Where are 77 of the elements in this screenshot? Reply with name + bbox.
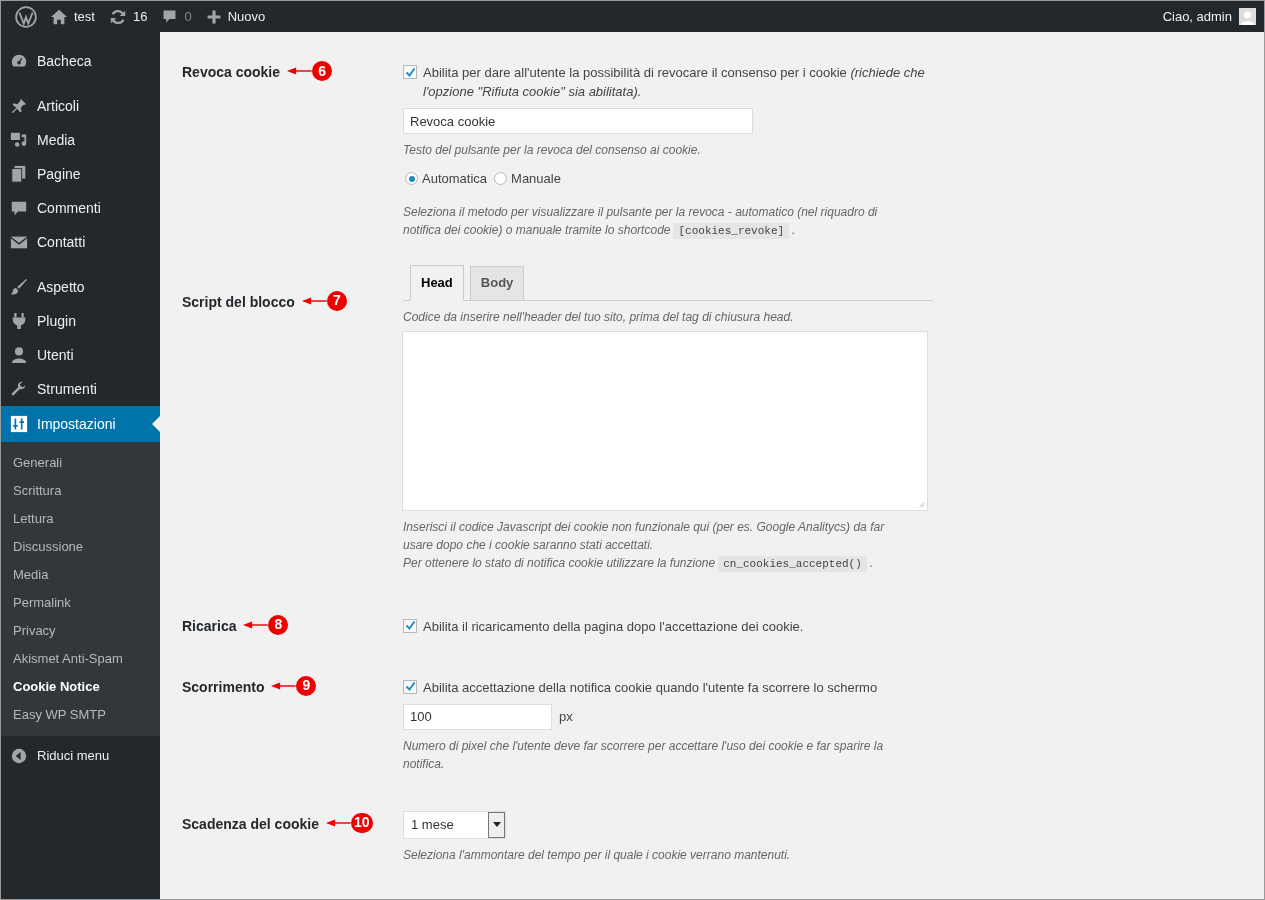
annotation-number: 8 [268,614,289,635]
help-text: Numero di pixel che l'utente deve far scorrere per accettare l'uso dei cookie e far sparire la notifica. [403,737,885,773]
checkbox-label: Abilita il ricaricamento della pagina dopo l'accettazione dei cookie. [423,617,804,636]
unit-label: px [559,707,573,726]
checkbox[interactable] [403,618,417,633]
setting-label: Script del blocco [182,292,295,311]
media-icon [10,131,28,149]
plus-icon [205,8,222,25]
tab[interactable]: Body [469,265,525,301]
collapse-menu-button[interactable]: Riduci menu [1,738,160,774]
checkbox[interactable] [403,65,417,79]
resize-grip-icon [917,499,925,508]
setting-label: Ricarica [182,616,237,635]
radio-label: Automatica [422,170,488,188]
current-pointer-icon [152,416,160,432]
menu-item[interactable]: Bacheca [1,44,160,78]
toolbar-link[interactable]: Nuovo [198,1,273,32]
submenu-item[interactable]: Discussione [1,533,160,561]
submenu-item[interactable]: Akismet Anti-Spam [1,645,160,673]
menu-item[interactable]: Commenti [1,191,160,225]
wrench-icon [10,380,28,398]
help-text: Per ottenere lo stato di notifica cookie utilizzare la funzione cn_cookies_accepted() . [403,554,875,573]
menu-item[interactable]: Strumenti [1,372,160,406]
help-text: Testo del pulsante per la revoca del consenso ai cookie. [403,142,702,159]
menu-item[interactable]: Plugin [1,304,160,338]
menu-item[interactable]: Media [1,123,160,157]
annotation-number: 7 [326,290,347,311]
radio-button[interactable] [405,172,418,186]
submenu-item[interactable]: Permalink [1,589,160,617]
toolbar-link[interactable]: 16 [101,1,155,32]
menu-item[interactable]: Pagine [1,157,160,191]
toolbar-link[interactable]: 0 [154,1,199,32]
home-icon [50,7,68,26]
account-link[interactable]: Ciao, admin [1162,1,1256,32]
text-input[interactable]: 100 [403,703,552,730]
setting-label: Revoca cookie [182,63,281,81]
radio-label: Manuale [511,170,561,188]
plug-icon [10,312,28,330]
toolbar-link[interactable]: test [43,1,102,32]
setting-label: Scorrimento [182,677,265,696]
radio-button[interactable] [494,172,508,186]
menu-item[interactable]: Utenti [1,338,160,372]
setting-label: Scadenza del cookie [182,814,319,833]
help-text: Seleziona il metodo per visualizzare il pulsante per la revoca - automatico (nel riquadro di notifica dei cookie) o manuale tramite lo shortcode [cookies_revoke] . [403,203,879,240]
pages-icon [10,165,28,183]
annotation-number: 6 [312,61,333,81]
help-text: Seleziona l'ammontare del tempo per il quale i cookie verrano mantenuti. [403,846,792,864]
submenu-item[interactable]: Scrittura [1,477,160,505]
submenu-item[interactable]: Cookie Notice [1,673,160,701]
user-icon [10,346,28,364]
paintbrush-icon [10,278,28,296]
help-text: Inserisci il codice Javascript dei cookie non funzionale qui (per es. Google Analitycs) da far usare dopo che i cookie saranno stati accettati. [403,518,886,554]
submenu-item[interactable]: Generali [1,449,160,477]
submenu-item[interactable]: Privacy [1,617,160,645]
wordpress-logo-icon[interactable] [15,5,37,28]
menu-item[interactable]: Articoli [1,89,160,123]
dropdown-select[interactable]: 1 mese [403,810,506,839]
tab[interactable]: Head [410,264,464,301]
settings-icon [10,415,28,433]
annotation-number: 10 [350,812,373,833]
menu-item[interactable]: Contatti [1,225,160,259]
speech-bubble-icon [10,199,28,217]
checkbox-label: Abilita accettazione della notifica cookie quando l'utente fa scorrere lo schermo [423,678,878,697]
text-input[interactable]: Revoca cookie [403,108,753,134]
submenu-item[interactable]: Easy WP SMTP [1,701,160,729]
submenu-item[interactable]: Lettura [1,505,160,533]
submenu-item[interactable]: Media [1,561,160,589]
avatar-icon [1239,8,1256,25]
menu-item[interactable]: Impostazioni [1,406,160,442]
pushpin-icon [10,97,28,115]
annotation-number: 9 [296,675,317,696]
checkbox-label: Abilita per dare all'utente la possibilità di revocare il consenso per i cookie (richiede che l'opzione "Rifiuta cookie" sia abilitata). [423,64,926,101]
help-text: Codice da inserire nell'header del tuo sito, prima del tag di chiusura head. [403,308,795,326]
refresh-icon [108,7,127,26]
arrow-icon [287,65,314,77]
checkbox[interactable] [403,679,417,694]
menu-item[interactable]: Aspetto [1,270,160,304]
